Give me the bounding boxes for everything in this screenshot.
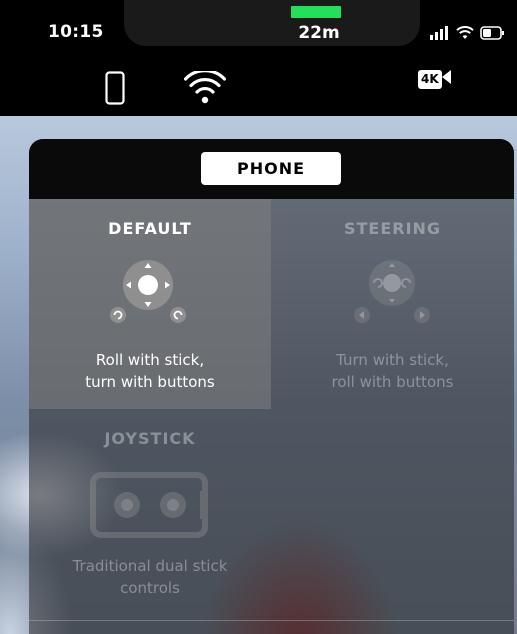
stick-rotate-icon xyxy=(271,257,514,327)
status-bar: 10:15 xyxy=(0,0,517,60)
mode-steering-title: STEERING xyxy=(343,219,442,238)
battery-icon xyxy=(480,26,504,40)
mode-joystick[interactable]: JOYSTICK Traditional dual stick controls xyxy=(29,409,271,620)
panel-header: PHONE xyxy=(29,139,514,199)
stick-with-buttons-icon xyxy=(29,257,271,327)
signal-icon xyxy=(430,26,450,40)
mode-default-desc-line2: turn with buttons xyxy=(85,373,215,391)
mode-default-title: DEFAULT xyxy=(108,219,192,238)
panel-divider xyxy=(29,620,514,621)
mode-joystick-desc-line2: controls xyxy=(120,579,180,597)
mode-default[interactable]: DEFAULT Roll with stick, turn with butto… xyxy=(29,199,271,409)
tab-phone[interactable]: PHONE xyxy=(201,152,341,185)
camera-resolution-badge[interactable]: 4K xyxy=(418,68,451,90)
dual-stick-phone-icon xyxy=(29,471,271,541)
status-time: 10:15 xyxy=(48,22,104,42)
system-icons xyxy=(430,24,504,42)
wifi-icon[interactable] xyxy=(180,60,230,116)
camera-icon xyxy=(441,69,451,89)
notch xyxy=(124,0,420,46)
mode-joystick-desc-line1: Traditional dual stick xyxy=(72,557,228,575)
mode-joystick-description: Traditional dual stick controls xyxy=(29,555,271,599)
battery-level-bar xyxy=(291,6,341,18)
mode-steering[interactable]: STEERING Turn with stick, roll with butt… xyxy=(271,199,514,409)
battery-level-fill xyxy=(291,6,341,18)
resolution-label: 4K xyxy=(418,69,442,89)
mode-default-desc-line1: Roll with stick, xyxy=(95,351,205,369)
distance-readout: 22m xyxy=(298,23,340,43)
phone-icon[interactable] xyxy=(100,60,130,116)
mode-default-description: Roll with stick, turn with buttons xyxy=(29,349,271,393)
mode-joystick-title: JOYSTICK xyxy=(104,429,196,448)
control-mode-panel: PHONE DEFAULT Roll with stick, turn with… xyxy=(29,139,514,634)
mode-steering-description: Turn with stick, roll with buttons xyxy=(271,349,514,393)
mode-steering-desc-line1: Turn with stick, xyxy=(336,351,449,369)
drone-battery-indicator: 22m xyxy=(289,4,349,50)
mode-steering-desc-line2: roll with buttons xyxy=(331,373,454,391)
wifi-icon xyxy=(456,26,474,40)
